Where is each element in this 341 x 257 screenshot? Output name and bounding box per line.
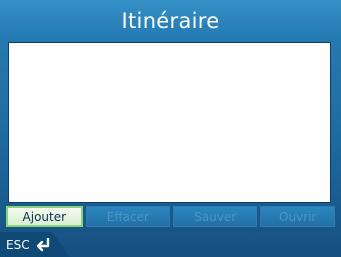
esc-button[interactable]: ESC [6, 236, 51, 254]
footer-bar: ESC [0, 232, 341, 257]
save-button[interactable]: Sauver [173, 206, 258, 227]
add-button[interactable]: Ajouter [6, 206, 83, 227]
load-button[interactable]: Ouvrir [260, 206, 335, 227]
button-bar: Ajouter Effacer Sauver Ouvrir [6, 206, 335, 228]
return-arrow-icon [36, 238, 49, 252]
clear-button[interactable]: Effacer [85, 206, 170, 227]
route-list[interactable] [8, 42, 331, 203]
page-title: Itinéraire [0, 0, 341, 42]
esc-label: ESC [6, 238, 30, 252]
itinerary-screen: Itinéraire Ajouter Effacer Sauver Ouvrir… [0, 0, 341, 257]
